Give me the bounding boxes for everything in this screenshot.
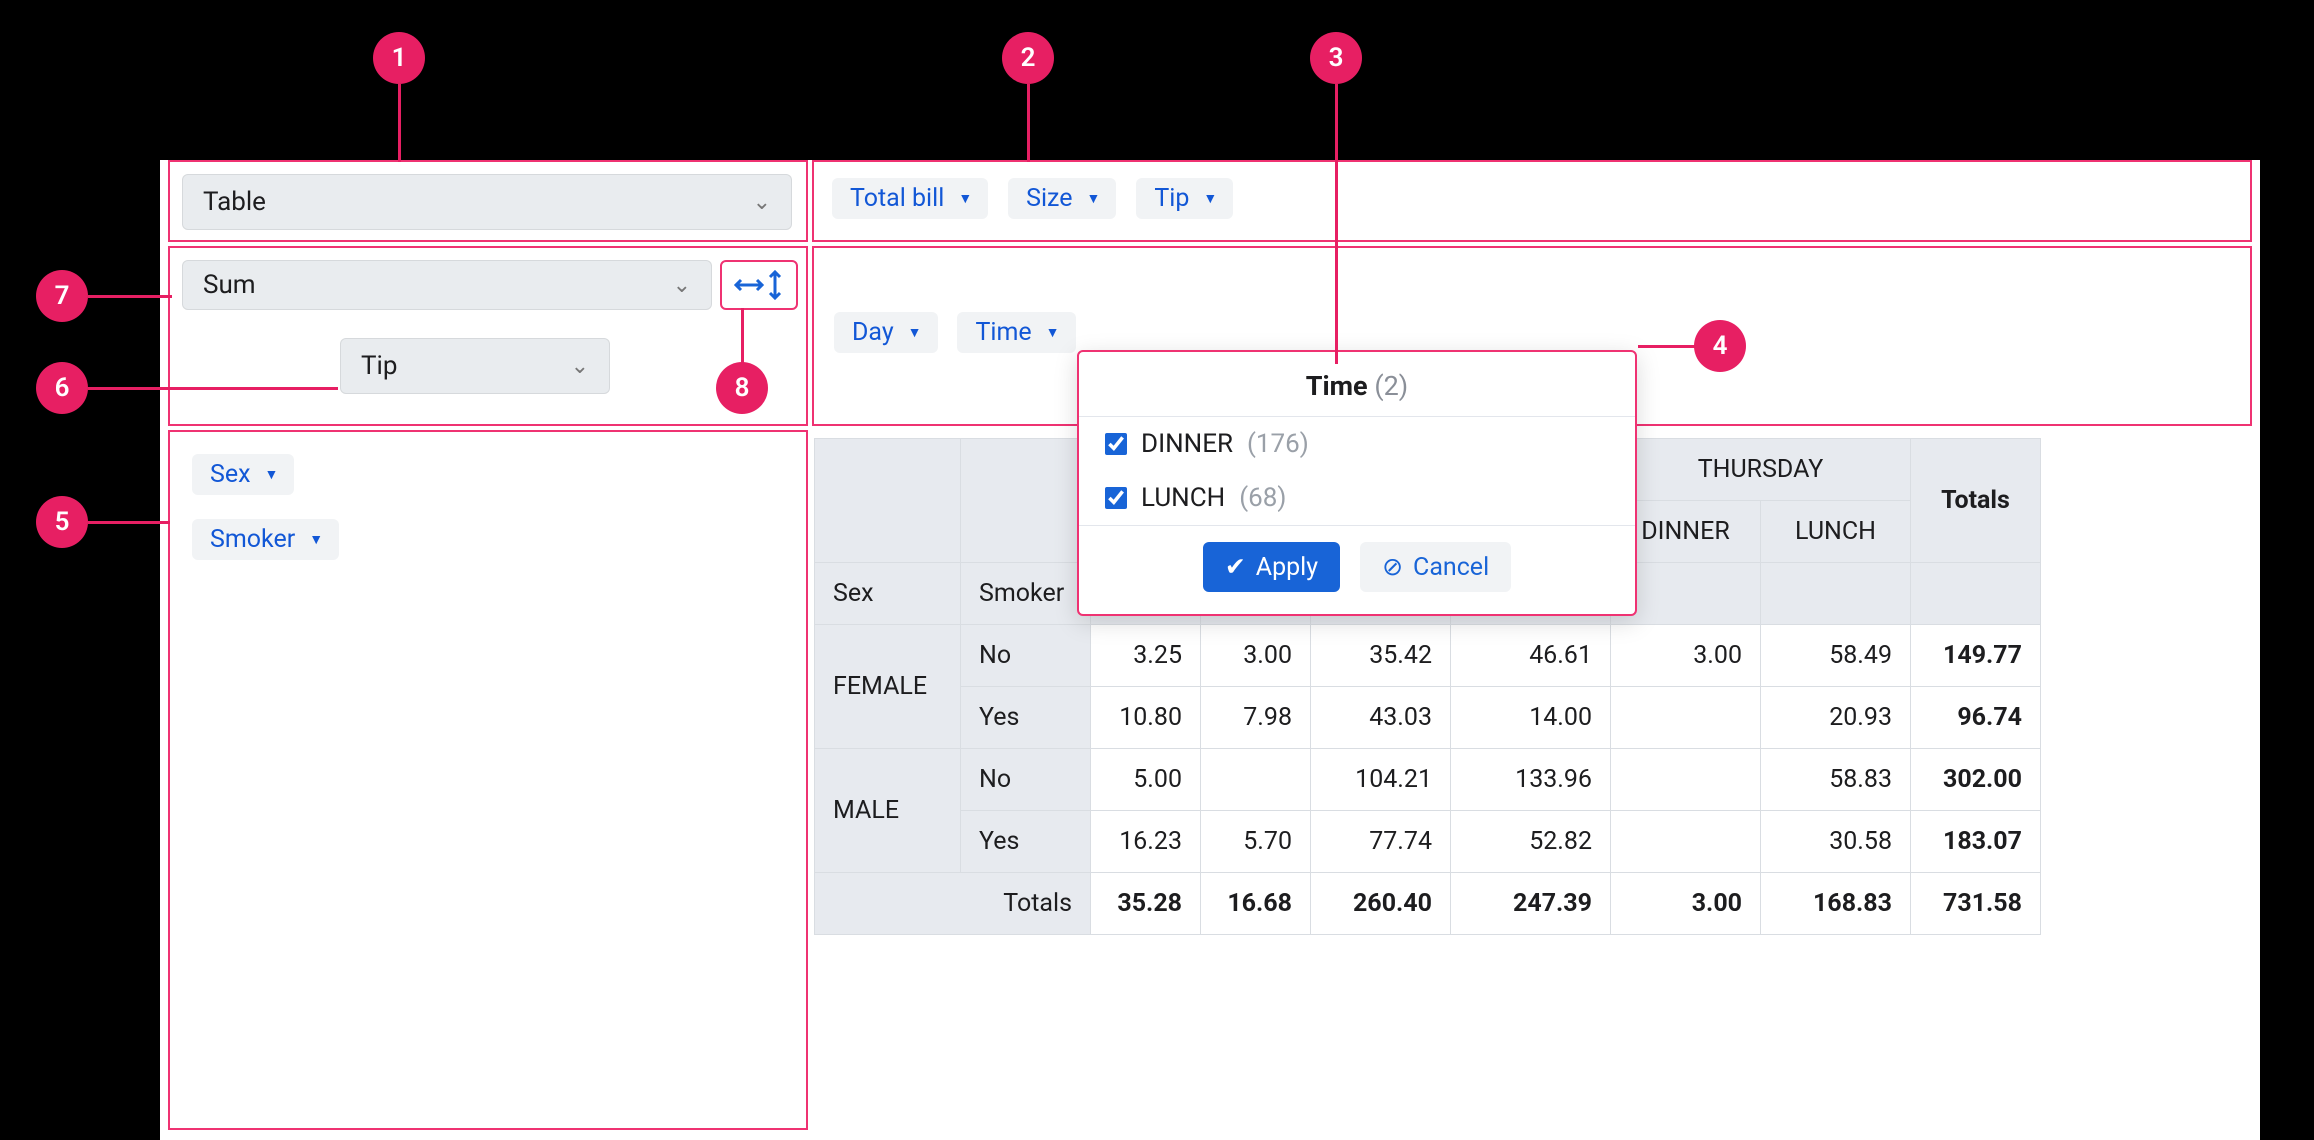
cancel-button[interactable]: ⊘ Cancel xyxy=(1360,542,1511,592)
chip-label: Sex xyxy=(210,460,251,489)
swap-axes-button[interactable] xyxy=(720,260,798,310)
caret-down-icon: ▼ xyxy=(1203,190,1217,207)
chip-label: Size xyxy=(1026,184,1072,213)
cancel-icon: ⊘ xyxy=(1382,552,1403,582)
callout-badge-7: 7 xyxy=(36,270,88,322)
field-chip-sex[interactable]: Sex ▼ xyxy=(192,454,294,495)
caret-down-icon: ▼ xyxy=(1087,190,1101,207)
callout-badge-8: 8 xyxy=(716,362,768,414)
caret-down-icon: ▼ xyxy=(1046,324,1060,341)
field-chip-size[interactable]: Size ▼ xyxy=(1008,178,1116,219)
renderer-area-outline: Table ⌄ xyxy=(168,160,808,242)
table-row: Yes 10.80 7.98 43.03 14.00 20.93 96.74 xyxy=(815,687,2041,749)
callout-badge-3: 3 xyxy=(1310,32,1362,84)
chip-label: Day xyxy=(852,318,894,347)
field-chip-day[interactable]: Day ▼ xyxy=(834,312,938,353)
value-field-select[interactable]: Tip ⌄ xyxy=(340,338,610,394)
chip-label: Time xyxy=(975,318,1031,347)
callout-badge-1: 1 xyxy=(373,32,425,84)
table-row: MALE No 5.00 104.21 133.96 58.83 302.00 xyxy=(815,749,2041,811)
filter-option-lunch[interactable]: LUNCH (68) xyxy=(1079,471,1635,525)
checkbox[interactable] xyxy=(1105,433,1127,455)
aggregator-area-outline: Sum ⌄ Tip ⌄ xyxy=(168,246,808,426)
chip-label: Total bill xyxy=(850,184,944,213)
totals-row: Totals 35.28 16.68 260.40 247.39 3.00 16… xyxy=(815,873,2041,935)
field-chip-tip[interactable]: Tip ▼ xyxy=(1136,178,1233,219)
callout-badge-6: 6 xyxy=(36,362,88,414)
col-time-lunch: LUNCH xyxy=(1761,501,1911,563)
callout-badge-4: 4 xyxy=(1694,320,1746,372)
callout-stem xyxy=(398,84,401,162)
chip-label: Smoker xyxy=(210,525,295,554)
col-day-thursday: THURSDAY xyxy=(1611,439,1911,501)
callout-badge-5: 5 xyxy=(36,496,88,548)
pivot-builder-canvas: Table ⌄ Total bill ▼ Size ▼ Tip ▼ Sum ⌄ xyxy=(160,160,2260,1140)
callout-stem xyxy=(1027,84,1030,162)
renderer-select[interactable]: Table ⌄ xyxy=(182,174,792,230)
checkbox[interactable] xyxy=(1105,487,1127,509)
callout-stem xyxy=(88,295,172,298)
value-field-value: Tip xyxy=(361,351,397,381)
swap-axes-icon xyxy=(734,270,784,300)
filter-popup-time: Time (2) DINNER (176) LUNCH (68) ✔ Apply… xyxy=(1077,350,1637,616)
check-icon: ✔ xyxy=(1225,552,1246,582)
caret-down-icon: ▼ xyxy=(309,531,323,548)
chevron-down-icon: ⌄ xyxy=(753,190,771,215)
table-row: Yes 16.23 5.70 77.74 52.82 30.58 183.07 xyxy=(815,811,2041,873)
chevron-down-icon: ⌄ xyxy=(673,273,691,298)
renderer-select-value: Table xyxy=(203,187,266,217)
totals-header: Totals xyxy=(1911,439,2041,563)
callout-stem xyxy=(1335,84,1338,364)
caret-down-icon: ▼ xyxy=(908,324,922,341)
unused-fields-outline[interactable]: Total bill ▼ Size ▼ Tip ▼ xyxy=(812,160,2252,242)
caret-down-icon: ▼ xyxy=(265,466,279,483)
filter-popup-title: Time (2) xyxy=(1079,352,1635,417)
callout-badge-2: 2 xyxy=(1002,32,1054,84)
callout-stem xyxy=(1638,345,1696,348)
caret-down-icon: ▼ xyxy=(958,190,972,207)
field-chip-time[interactable]: Time ▼ xyxy=(957,312,1075,353)
row-header-sex: Sex xyxy=(815,563,961,625)
callout-stem xyxy=(741,308,744,364)
row-fields-outline[interactable]: Sex ▼ Smoker ▼ xyxy=(168,430,808,1130)
apply-button[interactable]: ✔ Apply xyxy=(1203,542,1340,592)
row-header-smoker: Smoker xyxy=(961,563,1091,625)
chip-label: Tip xyxy=(1154,184,1189,213)
callout-stem xyxy=(88,521,170,524)
callout-stem xyxy=(88,387,338,390)
field-chip-smoker[interactable]: Smoker ▼ xyxy=(192,519,339,560)
chevron-down-icon: ⌄ xyxy=(571,354,589,379)
filter-option-dinner[interactable]: DINNER (176) xyxy=(1079,417,1635,471)
aggregator-select[interactable]: Sum ⌄ xyxy=(182,260,712,310)
aggregator-value: Sum xyxy=(203,270,256,300)
table-row: FEMALE No 3.25 3.00 35.42 46.61 3.00 58.… xyxy=(815,625,2041,687)
field-chip-total-bill[interactable]: Total bill ▼ xyxy=(832,178,988,219)
